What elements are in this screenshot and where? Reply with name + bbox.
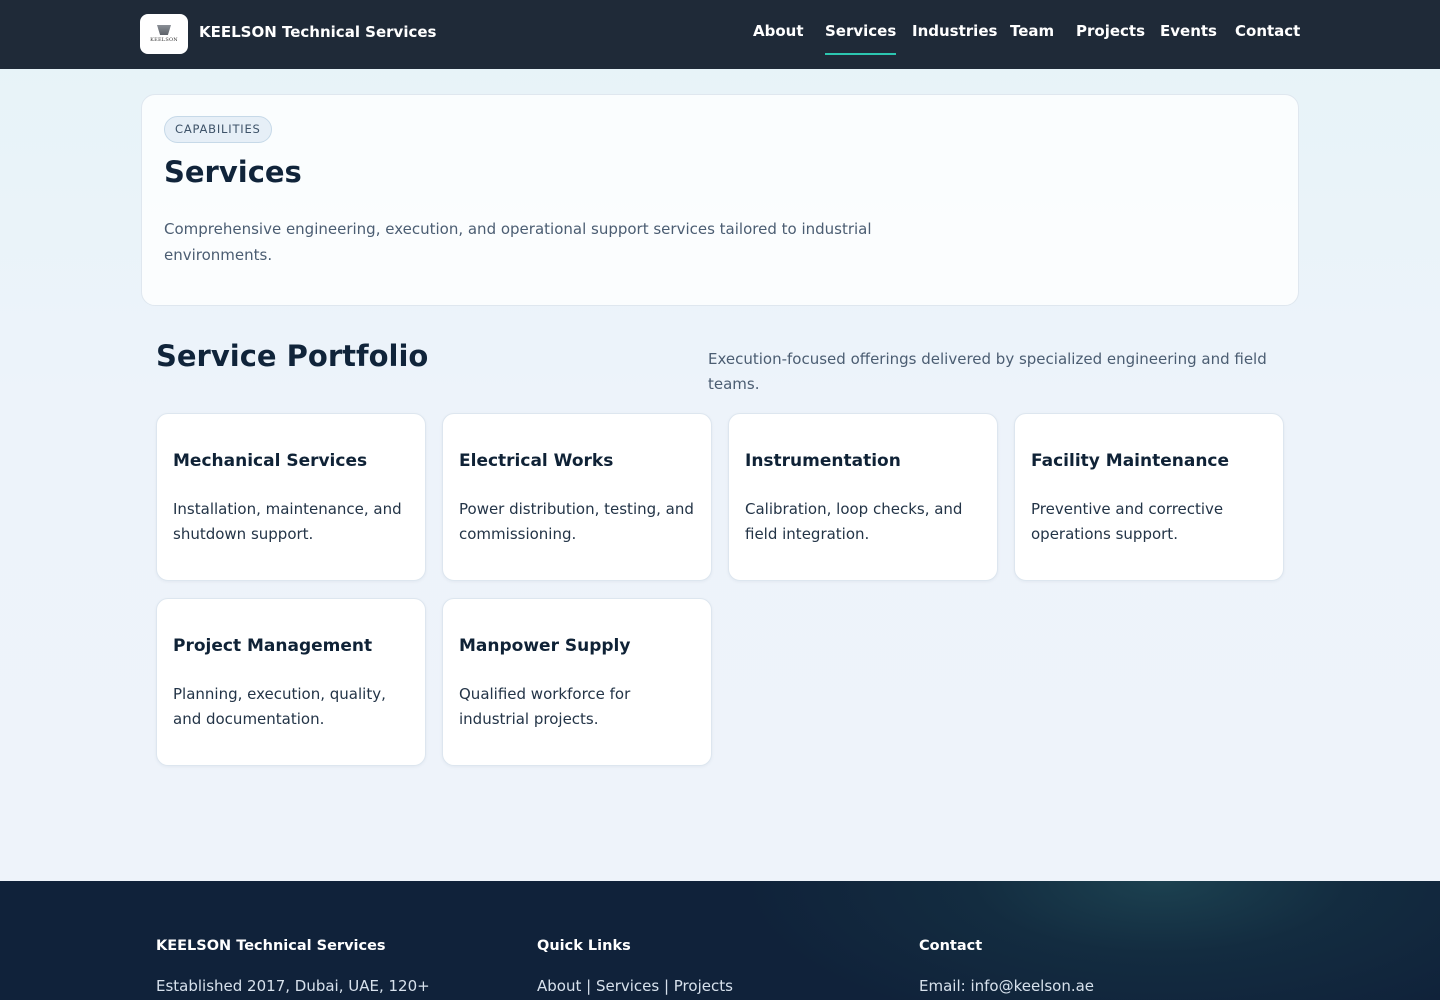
service-card-description: Planning, execution, quality, and docume… — [173, 685, 386, 728]
nav-link-industries[interactable]: Industries — [912, 22, 997, 40]
footer-links-heading: Quick Links — [537, 938, 631, 954]
service-card-description: Preventive and corrective operations sup… — [1031, 500, 1224, 543]
service-card-description: Power distribution, testing, and commiss… — [459, 500, 694, 543]
service-card-title: Instrumentation — [745, 451, 901, 471]
service-card-project-management[interactable]: Project Management Planning, execution, … — [156, 598, 426, 766]
service-card-title: Electrical Works — [459, 451, 614, 471]
top-navbar: KEELSON KEELSON Technical Services About… — [0, 0, 1440, 69]
service-card-title: Project Management — [173, 636, 373, 656]
service-card-facility-maintenance[interactable]: Facility Maintenance Preventive and corr… — [1014, 413, 1284, 581]
footer-contact-heading: Contact — [919, 938, 983, 954]
service-card-title: Manpower Supply — [459, 636, 631, 656]
nav-link-about[interactable]: About — [753, 22, 804, 40]
capabilities-badge: CAPABILITIES — [164, 116, 272, 143]
footer-company-heading: KEELSON Technical Services — [156, 938, 386, 954]
section-subtitle: Execution-focused offerings delivered by… — [708, 350, 1267, 393]
section-title: Service Portfolio — [156, 339, 429, 373]
nav-link-services[interactable]: Services — [825, 22, 897, 55]
footer-quick-links[interactable]: About | Services | Projects — [537, 977, 733, 995]
page-title: Services — [164, 155, 302, 189]
service-card-description: Calibration, loop checks, and field inte… — [745, 500, 963, 543]
service-card-manpower-supply[interactable]: Manpower Supply Qualified workforce for … — [442, 598, 712, 766]
service-card-instrumentation[interactable]: Instrumentation Calibration, loop checks… — [728, 413, 998, 581]
nav-link-events[interactable]: Events — [1160, 22, 1217, 40]
footer-company-text: Established 2017, Dubai, UAE, 120+ — [156, 977, 430, 995]
service-card-title: Facility Maintenance — [1031, 451, 1230, 471]
nav-link-contact[interactable]: Contact — [1235, 22, 1300, 40]
service-card-title: Mechanical Services — [173, 451, 368, 471]
service-card-electrical[interactable]: Electrical Works Power distribution, tes… — [442, 413, 712, 581]
site-footer: KEELSON Technical Services Established 2… — [0, 881, 1440, 1000]
footer-contact-email[interactable]: Email: info@keelson.ae — [919, 977, 1094, 995]
service-card-description: Installation, maintenance, and shutdown … — [173, 500, 402, 543]
service-card-description: Qualified workforce for industrial proje… — [459, 685, 631, 728]
service-card-mechanical[interactable]: Mechanical Services Installation, mainte… — [156, 413, 426, 581]
nav-link-team[interactable]: Team — [1010, 22, 1054, 40]
hero-card: CAPABILITIES Services Comprehensive engi… — [141, 94, 1299, 306]
nav-link-projects[interactable]: Projects — [1076, 22, 1145, 40]
main-nav: About Services Industries Team Projects … — [0, 22, 1440, 62]
page-description: Comprehensive engineering, execution, an… — [164, 220, 872, 264]
